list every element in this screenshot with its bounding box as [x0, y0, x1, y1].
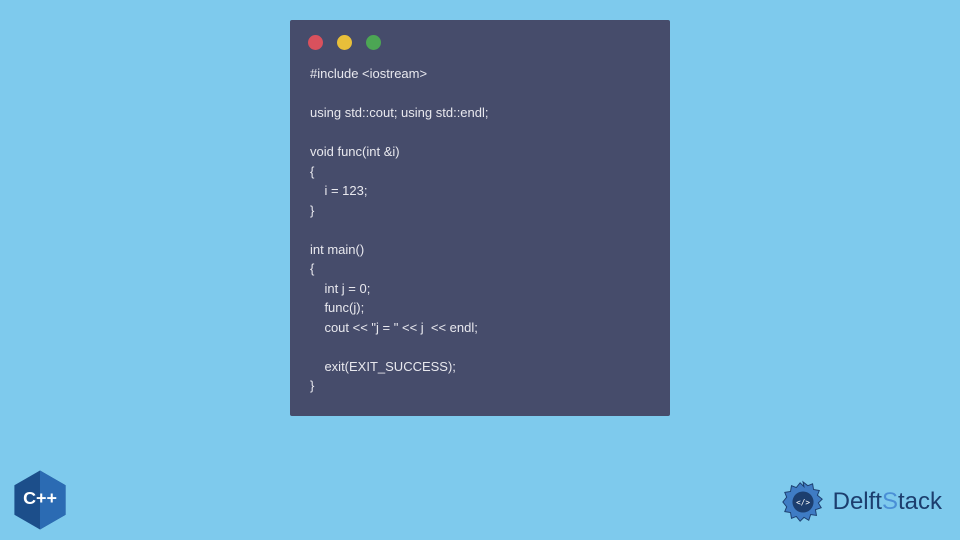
- brand-logo-icon: </>: [779, 478, 827, 526]
- maximize-icon: [366, 35, 381, 50]
- code-content: #include <iostream> using std::cout; usi…: [290, 64, 670, 400]
- minimize-icon: [337, 35, 352, 50]
- window-title-bar: [290, 20, 670, 64]
- cpp-badge-label: C++: [23, 488, 57, 508]
- brand-name: DelftStack: [833, 488, 942, 516]
- close-icon: [308, 35, 323, 50]
- svg-text:</>: </>: [796, 498, 810, 507]
- brand: </> DelftStack: [779, 478, 942, 526]
- cpp-badge-icon: C++: [8, 468, 72, 532]
- code-window: #include <iostream> using std::cout; usi…: [290, 20, 670, 416]
